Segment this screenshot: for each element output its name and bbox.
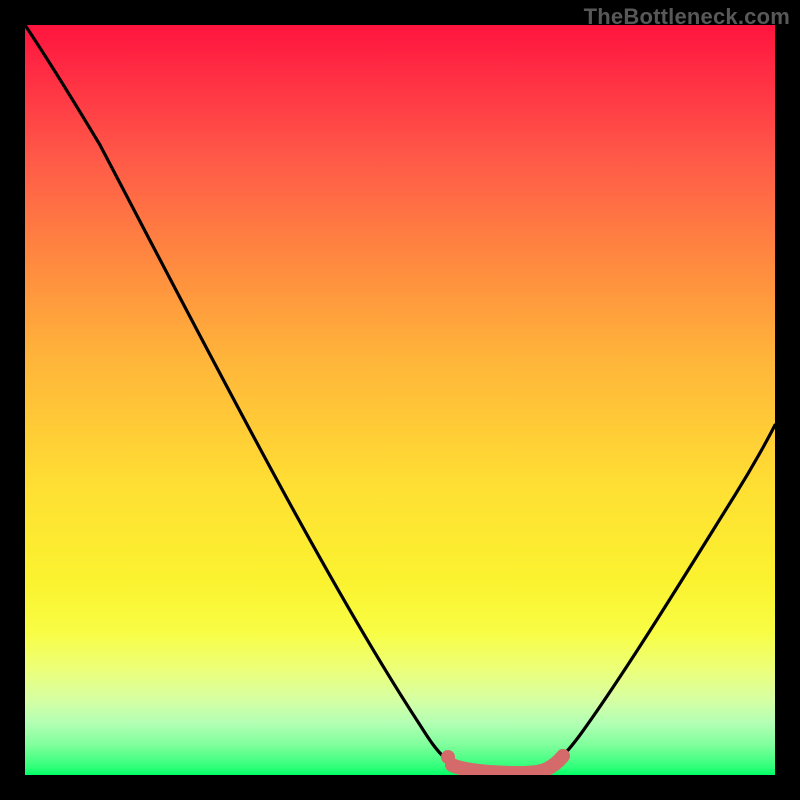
zero-bottleneck-highlight-path: [452, 756, 563, 773]
curve-svg: [25, 25, 775, 775]
plot-area: [25, 25, 775, 775]
bottleneck-curve-path: [25, 25, 775, 773]
chart-stage: TheBottleneck.com: [0, 0, 800, 800]
